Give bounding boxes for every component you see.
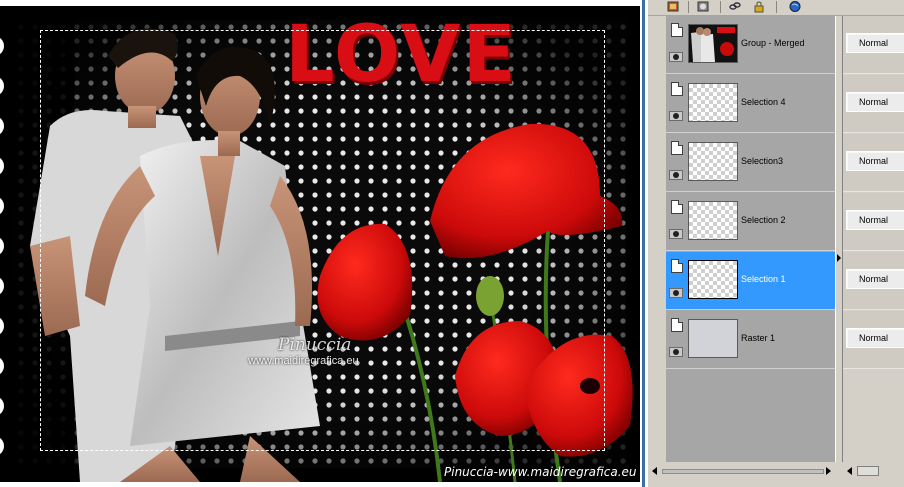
layer-properties-icon[interactable] <box>671 23 683 37</box>
layer-properties-icon[interactable] <box>671 82 683 96</box>
canvas-border <box>642 0 645 487</box>
visibility-eye-icon[interactable] <box>669 170 683 180</box>
layer-name: Group - Merged <box>741 38 805 48</box>
layer-row-raster-1[interactable]: Raster 1 <box>666 311 835 369</box>
layer-thumbnail <box>688 201 738 240</box>
layer-properties-icon[interactable] <box>671 259 683 273</box>
layer-row-selection-1[interactable]: Selection 1 <box>666 252 835 310</box>
visibility-eye-icon[interactable] <box>669 52 683 62</box>
blend-mode-dropdown[interactable]: Normal <box>846 151 904 171</box>
layer-name: Selection3 <box>741 156 784 166</box>
scrollbar-track[interactable] <box>662 469 824 474</box>
blend-column-scrollbar[interactable] <box>843 464 904 478</box>
new-layer-icon[interactable] <box>666 0 680 13</box>
layer-thumbnail <box>688 142 738 181</box>
layer-name: Selection 4 <box>741 97 786 107</box>
scrollbar-thumb[interactable] <box>857 466 879 476</box>
layer-properties-icon[interactable] <box>671 318 683 332</box>
blend-mode-dropdown[interactable]: Normal <box>846 33 904 53</box>
globe-icon[interactable] <box>788 0 802 13</box>
layer-row-group-merged[interactable]: Group - Merged <box>666 16 835 74</box>
blend-mode-column: Normal Normal Normal Normal Normal Norma… <box>843 16 904 462</box>
layer-thumbnail <box>688 260 738 299</box>
layer-list-scrollbar[interactable] <box>648 464 835 478</box>
layer-properties-icon[interactable] <box>671 141 683 155</box>
visibility-eye-icon[interactable] <box>669 347 683 357</box>
blend-mode-dropdown[interactable]: Normal <box>846 92 904 112</box>
layer-name: Raster 1 <box>741 333 776 343</box>
layer-name: Selection 2 <box>741 215 786 225</box>
blend-mode-dropdown[interactable]: Normal <box>846 210 904 230</box>
expand-arrow-icon[interactable] <box>837 254 841 262</box>
layers-toolbar <box>648 0 904 16</box>
layer-properties-icon[interactable] <box>671 200 683 214</box>
selection-marquee <box>40 30 605 451</box>
layer-name: Selection 1 <box>741 274 786 284</box>
image-canvas[interactable]: LOVE Pinuccia www.maidiregrafica.eu Pinu… <box>0 0 648 487</box>
visibility-eye-icon[interactable] <box>669 229 683 239</box>
visibility-eye-icon[interactable] <box>669 111 683 121</box>
scroll-left-icon[interactable] <box>847 467 852 475</box>
layers-palette: Group - Merged Selection 4 Selection3 Se… <box>648 0 904 487</box>
layer-row-selection-4[interactable]: Selection 4 <box>666 75 835 133</box>
scroll-right-icon[interactable] <box>826 467 831 475</box>
lock-icon[interactable] <box>752 0 766 13</box>
link-icon[interactable] <box>728 0 742 13</box>
mask-icon[interactable] <box>696 0 710 13</box>
blend-mode-dropdown[interactable]: Normal <box>846 269 904 289</box>
layer-row-selection3[interactable]: Selection3 <box>666 134 835 192</box>
layer-thumbnail <box>688 24 738 63</box>
panel-splitter[interactable] <box>835 16 843 462</box>
blend-mode-dropdown[interactable]: Normal <box>846 328 904 348</box>
layer-row-selection-2[interactable]: Selection 2 <box>666 193 835 251</box>
visibility-eye-icon[interactable] <box>669 288 683 298</box>
scroll-left-icon[interactable] <box>652 467 657 475</box>
layer-thumbnail <box>688 319 738 358</box>
artwork-credit: Pinuccia-www.maidiregrafica.eu <box>444 465 637 479</box>
layer-thumbnail <box>688 83 738 122</box>
